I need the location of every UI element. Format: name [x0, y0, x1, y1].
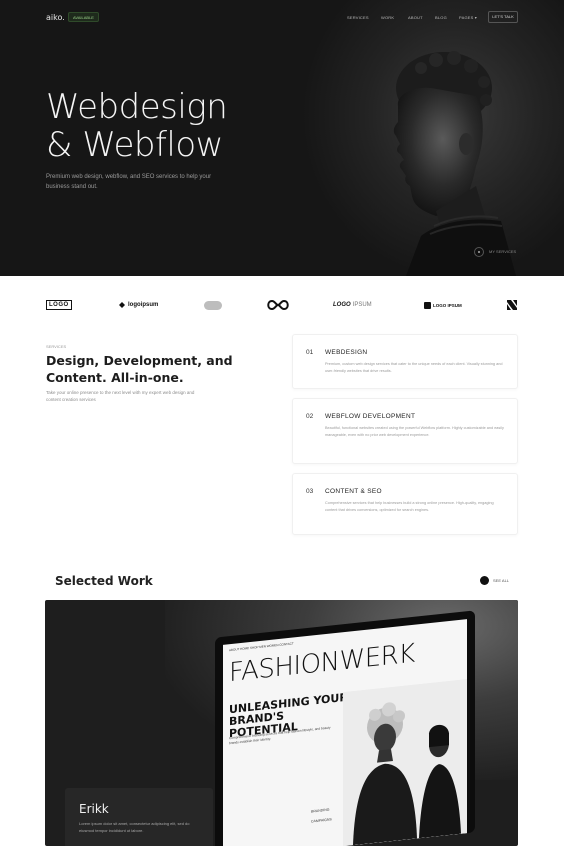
client-logo-2: logoipsum [118, 296, 158, 314]
service-card-webdesign[interactable]: 01 WEBDESIGN Premium, custom web design … [292, 334, 518, 389]
client-logo-6: LOGO IPSUM [424, 296, 462, 314]
nav-link-pages[interactable]: PAGES ▾ [459, 15, 477, 20]
screen-category-campaigns: CAMPAIGNS [311, 817, 332, 824]
client-logo-3 [204, 296, 222, 314]
n-logo-icon [507, 300, 517, 310]
service-card-webflow[interactable]: 02 WEBFLOW DEVELOPMENT Beautiful, functi… [292, 398, 518, 464]
logo-mark-icon [424, 301, 431, 309]
see-all-icon[interactable] [480, 576, 489, 585]
services-title: Design, Development, and Content. All-in… [46, 353, 233, 385]
site-logo[interactable]: aiko. [46, 13, 65, 22]
client-logos: LOGO logoipsum LOGO IPSUM LOGO IPSUM [0, 296, 564, 314]
screen-category-branding: BRANDING [311, 807, 330, 814]
scroll-label[interactable]: MY SERVICES [489, 249, 516, 254]
hero-subtitle: Premium web design, webflow, and SEO ser… [46, 174, 212, 190]
client-logo-7 [506, 296, 518, 314]
service-number: 03 [306, 488, 314, 495]
logoipsum-mark-icon [119, 302, 125, 308]
laptop-screen: ABOUT HOME SHOP MEN WOMEN CONTACT FASHIO… [223, 619, 467, 846]
service-number: 02 [306, 413, 314, 420]
top-nav: aiko. AVAILABLE SERVICES WORK ABOUT BLOG… [0, 0, 564, 36]
laptop-mockup: ABOUT HOME SHOP MEN WOMEN CONTACT FASHIO… [215, 610, 475, 846]
project-showcase[interactable]: ABOUT HOME SHOP MEN WOMEN CONTACT FASHIO… [45, 600, 518, 846]
client-logo-1: LOGO [46, 296, 72, 314]
services-description: Take your online presence to the next le… [46, 390, 195, 402]
service-name: CONTENT & SEO [325, 488, 382, 495]
selected-work-title: Selected Work [55, 574, 153, 588]
nav-link-blog[interactable]: BLOG [435, 15, 447, 20]
project-name: Erikk [79, 802, 109, 816]
project-card[interactable]: Erikk Lorem ipsum dolor sit amet, consec… [65, 788, 213, 846]
service-text: Beautiful, functional websites created u… [325, 426, 504, 437]
service-text: Comprehensive services that help busines… [325, 501, 494, 512]
infinity-logo-icon [267, 300, 289, 310]
lets-talk-button[interactable]: LET'S TALK [488, 11, 518, 23]
hero-section: aiko. AVAILABLE SERVICES WORK ABOUT BLOG… [0, 0, 564, 276]
service-name: WEBFLOW DEVELOPMENT [325, 413, 416, 420]
service-name: WEBDESIGN [325, 349, 368, 356]
project-description: Lorem ipsum dolor sit amet, consectetur … [79, 821, 190, 833]
scroll-down-button[interactable] [474, 247, 484, 257]
see-all-link[interactable]: SEE ALL [493, 578, 509, 583]
service-number: 01 [306, 349, 314, 356]
client-logo-4 [266, 296, 290, 314]
portrait-image [393, 51, 516, 276]
nav-link-services[interactable]: SERVICES [347, 15, 369, 20]
nav-link-work[interactable]: WORK [381, 15, 394, 20]
availability-badge: AVAILABLE [68, 12, 99, 22]
screen-fashion-photo [343, 679, 467, 846]
hero-title: Webdesign & Webflow [46, 87, 228, 165]
services-kicker: SERVICES [46, 344, 67, 349]
client-logo-5: LOGO IPSUM [333, 302, 372, 308]
nav-link-about[interactable]: ABOUT [408, 15, 423, 20]
service-card-content-seo[interactable]: 03 CONTENT & SEO Comprehensive services … [292, 473, 518, 535]
service-text: Premium, custom web design services that… [325, 362, 503, 373]
